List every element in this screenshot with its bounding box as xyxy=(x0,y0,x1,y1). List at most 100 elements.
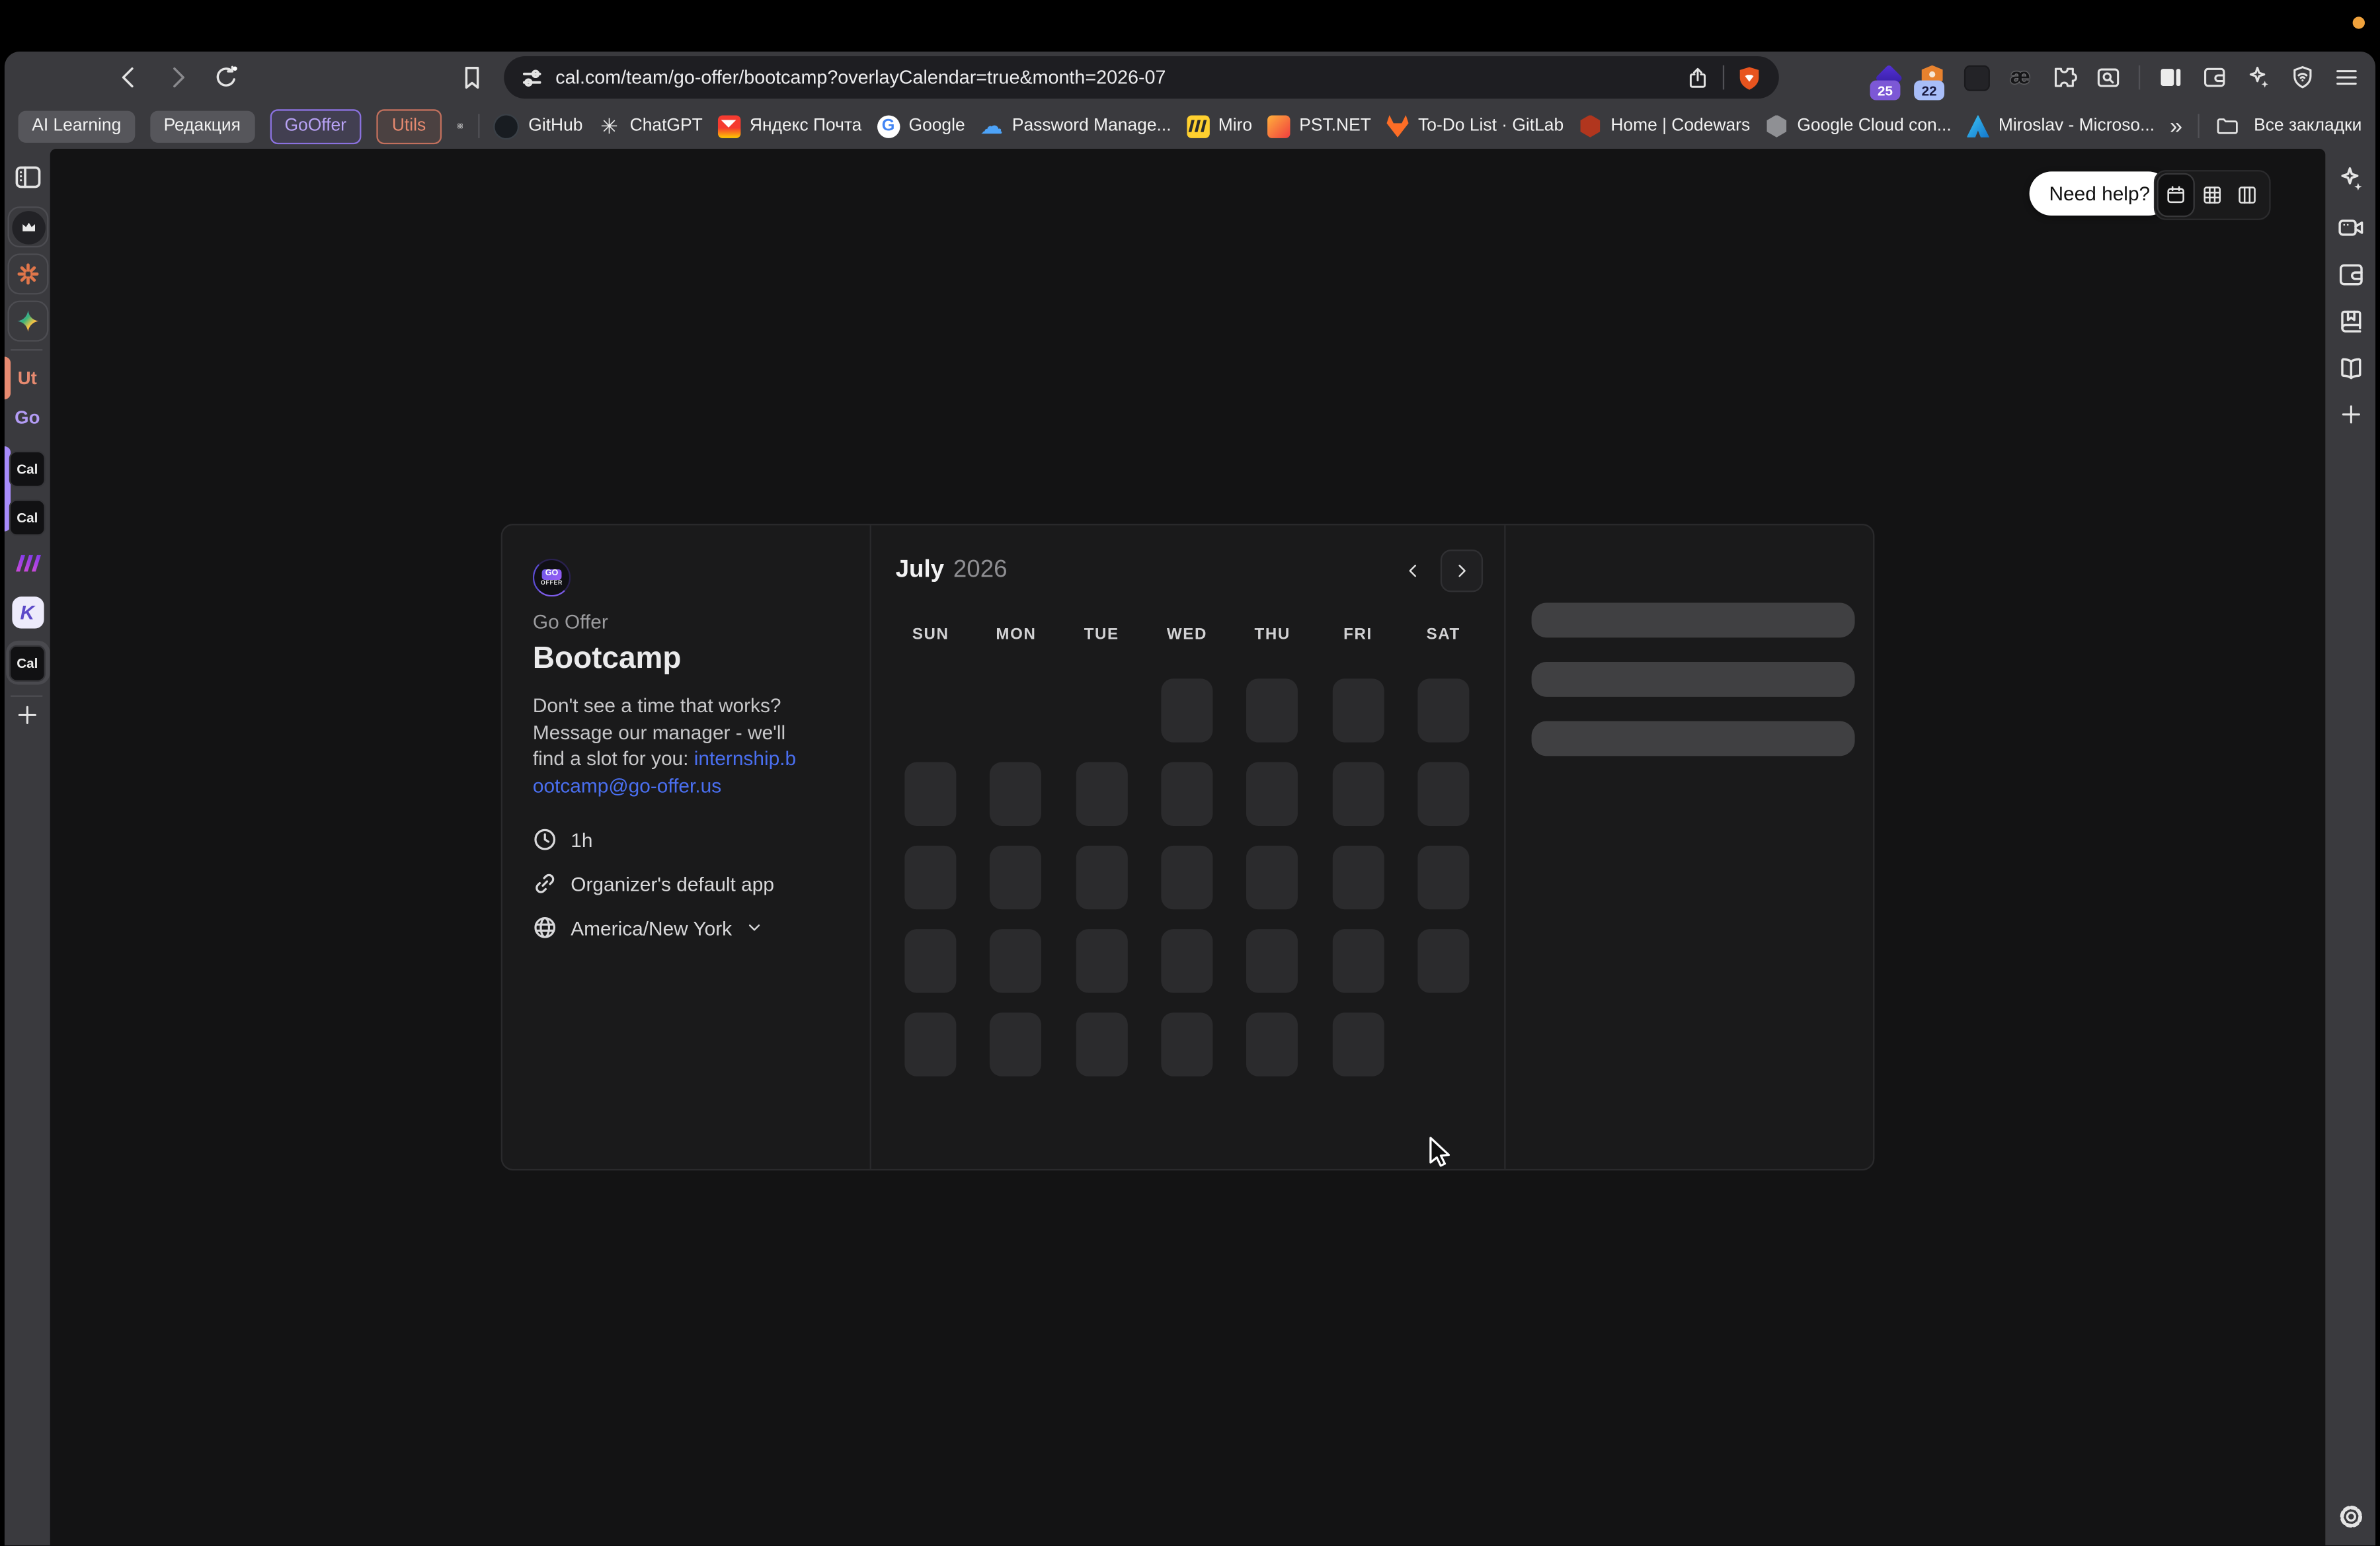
day-cell-skeleton xyxy=(1332,928,1384,992)
view-calendar-button[interactable] xyxy=(2157,173,2194,218)
video-camera-icon xyxy=(2335,212,2365,243)
menu-hamburger-icon[interactable] xyxy=(2333,63,2360,91)
tab-motion[interactable] xyxy=(5,548,50,579)
bookmark-item[interactable]: Miroslav - Microso... xyxy=(1967,114,2155,137)
divider xyxy=(11,349,42,350)
calendar-month: July xyxy=(896,557,945,585)
active-tab-highlight: Cal xyxy=(5,641,50,685)
day-cell-skeleton xyxy=(1161,1012,1212,1075)
extension-icons: 25 22 æ xyxy=(1874,63,2360,91)
bookmark-item[interactable]: GGoogle xyxy=(877,114,965,137)
day-cell-skeleton xyxy=(1076,845,1127,909)
apps-grid-icon[interactable] xyxy=(456,114,463,138)
vpn-shield-icon[interactable] xyxy=(2289,63,2316,91)
chevron-down-icon xyxy=(746,918,764,937)
bookmarks-overflow-chevron[interactable]: » xyxy=(2170,113,2182,139)
bookmark-item[interactable]: GitHub xyxy=(493,113,582,139)
all-bookmarks-label[interactable]: Все закладки xyxy=(2254,117,2361,136)
bookmark-item[interactable]: ChatGPT xyxy=(598,114,702,137)
gemini-sparkle-icon xyxy=(15,308,41,334)
extension-orange-shield[interactable]: 22 xyxy=(1919,63,1946,91)
day-cell-skeleton xyxy=(1247,678,1298,741)
site-settings-icon[interactable] xyxy=(520,66,543,89)
next-month-button[interactable] xyxy=(1441,549,1483,592)
extension-badge: 25 xyxy=(1870,81,1901,101)
sidebar-toggle-icon[interactable] xyxy=(2157,63,2184,91)
mouse-cursor xyxy=(1428,1135,1454,1172)
prev-month-button[interactable] xyxy=(1394,551,1433,590)
reading-list-button[interactable] xyxy=(2325,354,2375,384)
bookmark-folder-chip[interactable]: AI Learning xyxy=(19,110,135,142)
extension-purple-diamond[interactable]: 25 xyxy=(1874,63,1901,91)
chatgpt-favicon xyxy=(598,114,620,137)
extension-dark-logo[interactable] xyxy=(1963,63,1990,91)
tab-group-label-utils[interactable]: Ut xyxy=(5,358,50,398)
leo-ai-button[interactable] xyxy=(2325,164,2375,194)
wallet-icon[interactable] xyxy=(2201,63,2228,91)
location-label: Organizer's default app xyxy=(571,872,774,895)
starburst-tab-button[interactable] xyxy=(7,253,48,294)
view-columns-button[interactable] xyxy=(2230,175,2265,216)
gitlab-favicon xyxy=(1386,114,1409,137)
wallet-button[interactable] xyxy=(2325,260,2375,290)
sidebar-panel-toggle[interactable] xyxy=(5,161,50,192)
tab-cal-1[interactable]: Cal xyxy=(5,451,50,487)
day-cell-skeleton xyxy=(1076,928,1127,992)
motion-favicon xyxy=(12,548,42,579)
day-cell-skeleton xyxy=(1076,761,1127,825)
forward-icon[interactable] xyxy=(163,62,193,93)
need-help-button[interactable]: Need help? xyxy=(2030,171,2170,216)
share-icon[interactable] xyxy=(1685,65,1710,91)
day-cell-skeleton xyxy=(1161,761,1212,825)
bookmark-label: Password Manage... xyxy=(1012,117,1171,136)
extensions-puzzle-icon[interactable] xyxy=(2051,63,2078,91)
slots-skeleton xyxy=(1532,602,1874,756)
leo-ai-sparkles-icon[interactable] xyxy=(2245,63,2272,91)
clock-icon xyxy=(533,827,557,852)
slot-skeleton-bar xyxy=(1532,602,1855,637)
new-tab-button[interactable] xyxy=(5,702,50,729)
team-avatar: GO OFFER xyxy=(533,559,571,596)
page-search-icon[interactable] xyxy=(2094,63,2122,91)
divider xyxy=(11,696,42,697)
back-icon[interactable] xyxy=(114,62,144,93)
bookmarks-button[interactable] xyxy=(2325,307,2375,337)
day-cell-skeleton xyxy=(1417,678,1469,741)
bookmark-flag-icon[interactable] xyxy=(457,62,487,93)
bookmark-item[interactable]: Password Manage... xyxy=(980,114,1171,137)
bookmark-item[interactable]: Miro xyxy=(1187,114,1253,137)
weekday-label: MON xyxy=(973,626,1058,644)
dark-logo-icon xyxy=(1964,65,1989,91)
bookmark-item[interactable]: PST.NET xyxy=(1267,114,1371,137)
bookmark-item[interactable]: Яндекс Почта xyxy=(718,114,862,137)
weekday-label: TUE xyxy=(1059,626,1144,644)
browser-chrome: cal.com/team/go-offer/bootcamp?overlayCa… xyxy=(5,52,2375,1545)
talk-button[interactable] xyxy=(2325,212,2375,243)
bookmark-item[interactable]: Google Cloud con... xyxy=(1765,114,1952,137)
tab-group-label-gooffer[interactable]: Go xyxy=(5,398,50,438)
bookmark-item[interactable]: Home | Codewars xyxy=(1579,114,1750,137)
timezone-row[interactable]: America/New York xyxy=(533,915,840,940)
group-label: Go xyxy=(15,407,40,428)
url-text[interactable]: cal.com/team/go-offer/bootcamp?overlayCa… xyxy=(555,67,1166,88)
gemini-tab-button[interactable] xyxy=(7,301,48,342)
crown-tab-button[interactable] xyxy=(7,206,48,247)
brave-shield-icon[interactable] xyxy=(1737,65,1763,91)
tab-cal-active[interactable]: Cal xyxy=(5,641,50,685)
time-slots-panel xyxy=(1506,525,1874,1168)
bookmark-folder-chip-gooffer[interactable]: GoOffer xyxy=(270,108,362,143)
starburst-icon xyxy=(15,261,41,287)
bookmark-item[interactable]: To-Do List · GitLab xyxy=(1386,114,1564,137)
web-content: Need help? GO xyxy=(50,149,2326,1545)
tab-cal-2[interactable]: Cal xyxy=(5,499,50,536)
bookmark-folder-chip[interactable]: Редакция xyxy=(150,110,255,142)
url-bar[interactable]: cal.com/team/go-offer/bootcamp?overlayCa… xyxy=(504,56,1779,99)
reload-icon[interactable] xyxy=(211,62,241,93)
tab-kaiten[interactable]: K xyxy=(5,596,50,628)
bookmark-folder-chip-utils[interactable]: Utils xyxy=(377,108,441,143)
add-panel-button[interactable] xyxy=(2325,401,2375,428)
day-cell-skeleton xyxy=(1247,928,1298,992)
settings-button[interactable] xyxy=(2325,1502,2375,1532)
extension-ae[interactable]: æ xyxy=(2006,63,2034,91)
view-grid-button[interactable] xyxy=(2195,175,2230,216)
